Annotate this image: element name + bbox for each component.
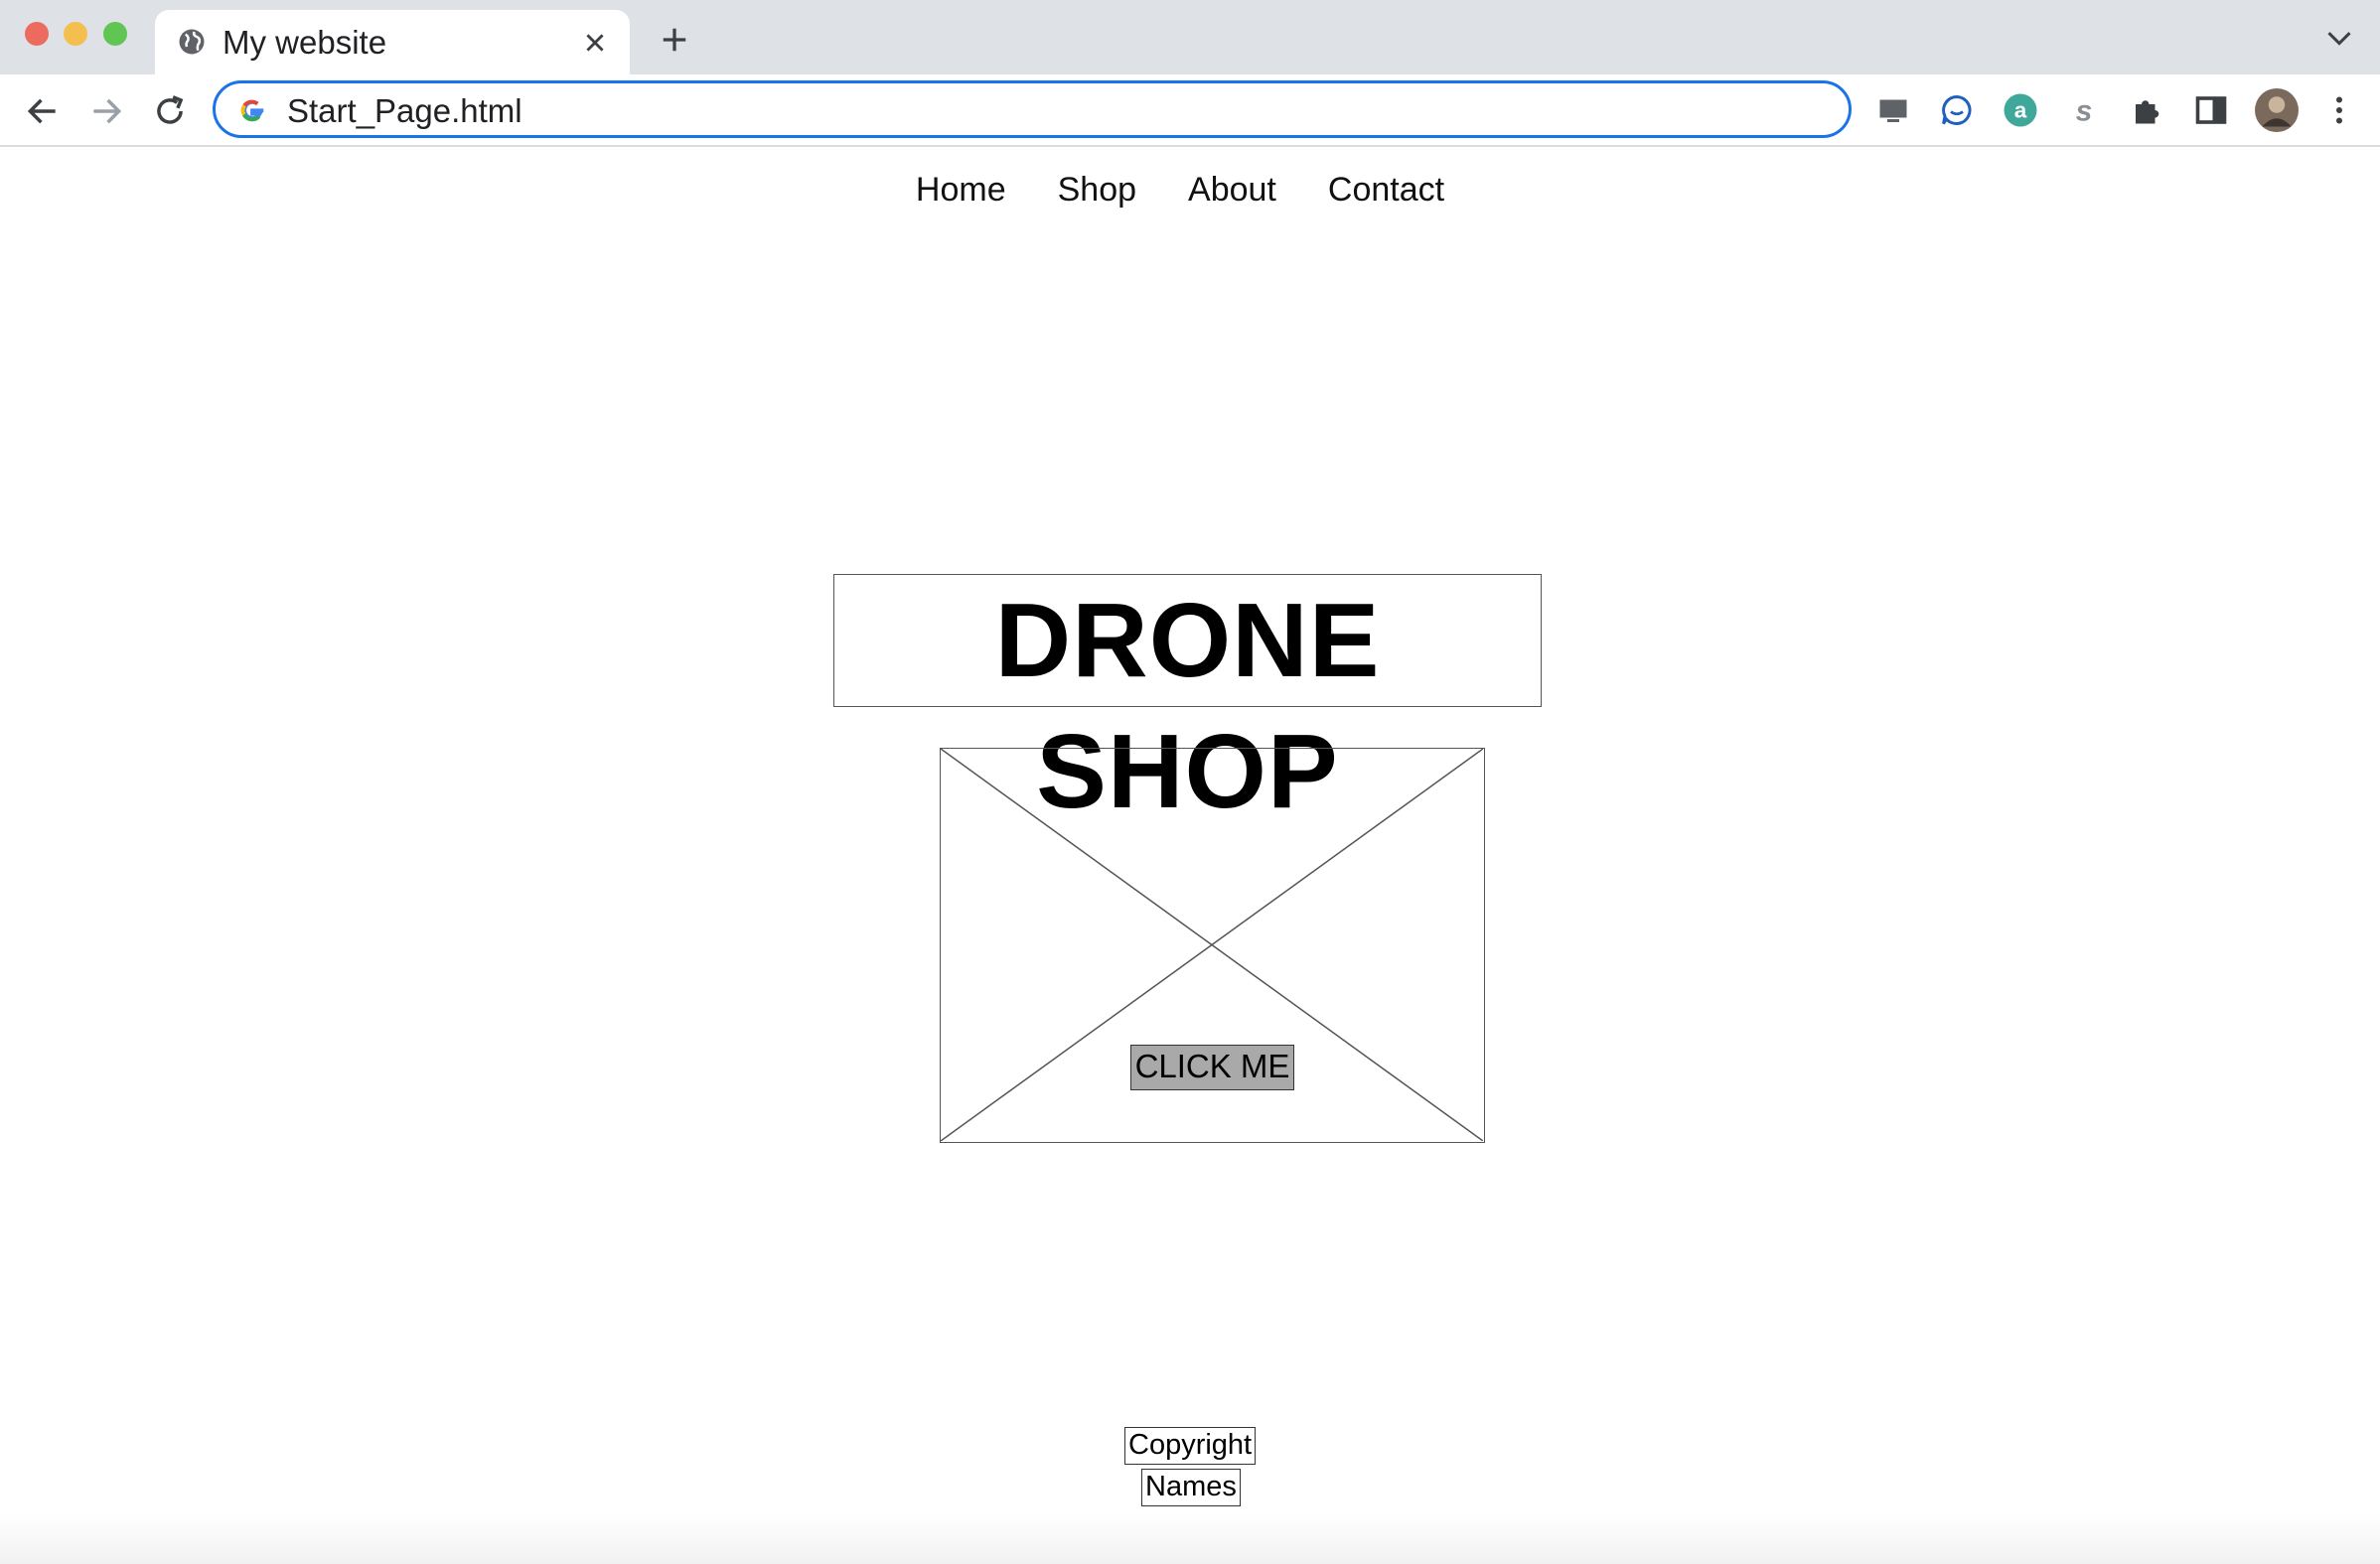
click-me-button[interactable]: CLICK ME — [1130, 1045, 1294, 1090]
profile-avatar[interactable] — [2255, 88, 2299, 132]
more-menu-icon[interactable] — [2324, 92, 2354, 128]
svg-text:a: a — [2014, 98, 2027, 123]
side-panel-icon[interactable] — [2193, 92, 2229, 128]
footer-names: Names — [1141, 1469, 1241, 1506]
globe-icon — [179, 29, 205, 55]
nav-link-about[interactable]: About — [1188, 171, 1276, 210]
page-title: DRONE SHOP — [833, 574, 1542, 830]
svg-text:s: s — [2076, 95, 2093, 128]
new-tab-icon[interactable] — [660, 25, 689, 55]
close-window-button[interactable] — [25, 22, 49, 46]
amazon-assistant-icon[interactable]: a — [2003, 92, 2038, 128]
address-text: Start_Page.html — [287, 92, 522, 129]
reload-icon[interactable] — [151, 92, 189, 130]
s-extension-icon[interactable]: s — [2066, 92, 2102, 128]
address-bar[interactable]: Start_Page.html — [213, 80, 1852, 138]
chat-bubble-icon[interactable] — [1939, 92, 1975, 128]
nav-link-contact[interactable]: Contact — [1328, 171, 1444, 210]
maximize-window-button[interactable] — [103, 22, 127, 46]
extensions-puzzle-icon[interactable] — [2130, 92, 2165, 128]
nav-link-home[interactable]: Home — [916, 171, 1006, 210]
active-tab[interactable]: My website — [155, 10, 630, 74]
page-content: Home Shop About Contact DRONE SHOP CLICK… — [0, 149, 2380, 1564]
bottom-edge — [0, 1514, 2380, 1564]
tab-strip: My website — [0, 0, 2380, 74]
minimize-window-button[interactable] — [64, 22, 87, 46]
tab-title: My website — [223, 24, 387, 61]
back-arrow-icon[interactable] — [24, 92, 62, 130]
nav-link-shop[interactable]: Shop — [1058, 171, 1136, 210]
close-tab-icon[interactable] — [582, 30, 608, 56]
footer-copyright: Copyright — [1124, 1427, 1257, 1465]
browser-toolbar: Start_Page.html a s — [0, 74, 2380, 147]
forward-arrow-icon[interactable] — [87, 92, 125, 130]
google-icon — [240, 99, 264, 122]
chevron-down-icon[interactable] — [2325, 28, 2353, 50]
monitor-icon[interactable] — [1875, 92, 1911, 128]
site-nav: Home Shop About Contact — [0, 171, 2380, 210]
